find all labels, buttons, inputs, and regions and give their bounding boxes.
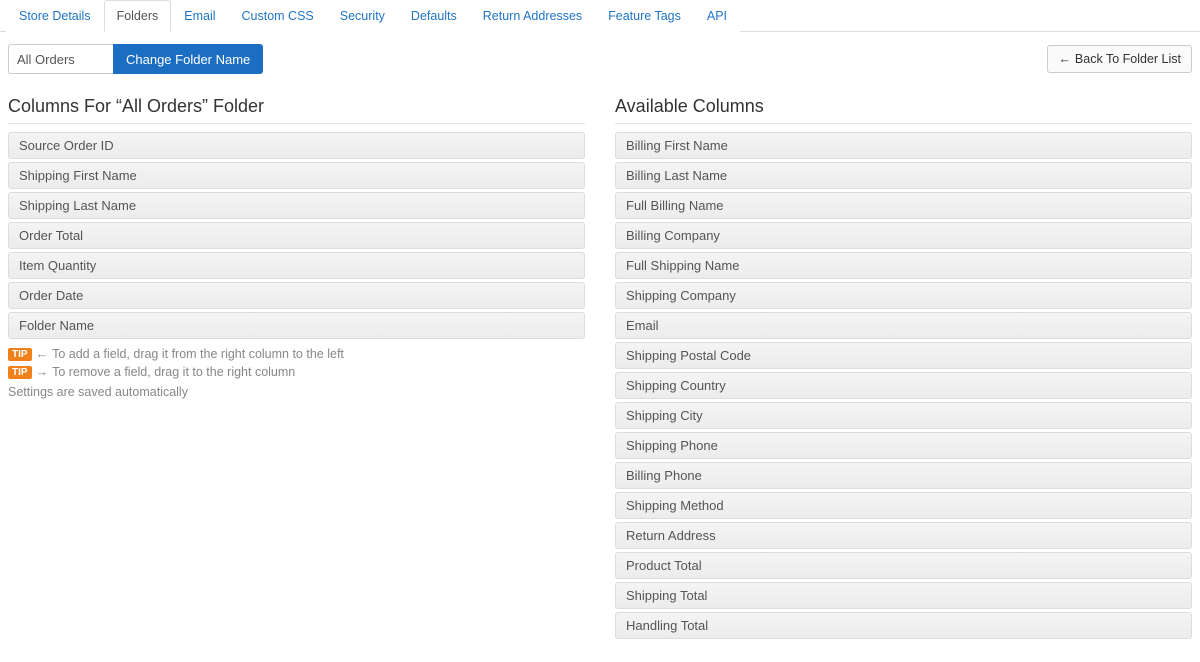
tab-label: Custom CSS [242,9,314,23]
list-item[interactable]: Billing Last Name [615,162,1192,189]
toolbar: Change Folder Name Back To Folder List [0,32,1200,80]
available-columns-heading: Available Columns [615,96,1192,124]
tips: TIP To add a field, drag it from the rig… [8,347,585,399]
tip-badge: TIP [8,366,32,379]
tip-add: TIP To add a field, drag it from the rig… [8,347,585,361]
arrow-left-icon [36,347,49,361]
field-label: Order Date [19,288,83,303]
tab-label: Email [184,9,215,23]
toolbar-left: Change Folder Name [8,44,263,74]
field-label: Email [626,318,659,333]
list-item[interactable]: Shipping Company [615,282,1192,309]
tab-label: Return Addresses [483,9,582,23]
arrow-right-icon [36,365,49,379]
field-label: Folder Name [19,318,94,333]
tab-email[interactable]: Email [171,0,228,32]
list-item[interactable]: Shipping Last Name [8,192,585,219]
list-item[interactable]: Order Date [8,282,585,309]
field-label: Billing First Name [626,138,728,153]
field-label: Return Address [626,528,716,543]
field-label: Shipping Postal Code [626,348,751,363]
field-label: Shipping Country [626,378,726,393]
tab-label: Feature Tags [608,9,681,23]
field-label: Handling Total [626,618,708,633]
tab-label: Store Details [19,9,91,23]
tab-store-details[interactable]: Store Details [6,0,104,32]
field-label: Shipping Total [626,588,707,603]
tabs-bar: Store Details Folders Email Custom CSS S… [0,0,1200,32]
tip-text: To remove a field, drag it to the right … [52,365,295,379]
field-label: Shipping City [626,408,703,423]
tab-label: Defaults [411,9,457,23]
list-item[interactable]: Handling Total [615,612,1192,639]
tab-label: Folders [117,9,159,23]
list-item[interactable]: Shipping Method [615,492,1192,519]
list-item[interactable]: Billing Company [615,222,1192,249]
list-item[interactable]: Shipping Phone [615,432,1192,459]
button-label: Back To Folder List [1075,52,1181,66]
folder-name-input[interactable] [8,44,113,74]
list-item[interactable]: Shipping First Name [8,162,585,189]
list-item[interactable]: Shipping Country [615,372,1192,399]
field-label: Billing Phone [626,468,702,483]
field-label: Source Order ID [19,138,114,153]
field-label: Shipping First Name [19,168,137,183]
tab-custom-css[interactable]: Custom CSS [229,0,327,32]
tab-return-addresses[interactable]: Return Addresses [470,0,595,32]
field-label: Order Total [19,228,83,243]
arrow-left-icon [1058,52,1071,66]
columns-content: Columns For “All Orders” Folder Source O… [0,80,1200,662]
tab-label: API [707,9,727,23]
tab-feature-tags[interactable]: Feature Tags [595,0,694,32]
field-label: Full Billing Name [626,198,724,213]
list-item[interactable]: Product Total [615,552,1192,579]
list-item[interactable]: Order Total [8,222,585,249]
list-item[interactable]: Email [615,312,1192,339]
tab-label: Security [340,9,385,23]
tip-badge: TIP [8,348,32,361]
list-item[interactable]: Full Billing Name [615,192,1192,219]
button-label: Change Folder Name [126,52,250,67]
list-item[interactable]: Folder Name [8,312,585,339]
field-label: Shipping Last Name [19,198,136,213]
tip-remove: TIP To remove a field, drag it to the ri… [8,365,585,379]
field-label: Shipping Method [626,498,724,513]
field-label: Item Quantity [19,258,96,273]
selected-columns-heading: Columns For “All Orders” Folder [8,96,585,124]
tab-defaults[interactable]: Defaults [398,0,470,32]
field-label: Product Total [626,558,702,573]
list-item[interactable]: Billing Phone [615,462,1192,489]
list-item[interactable]: Item Quantity [8,252,585,279]
list-item[interactable]: Source Order ID [8,132,585,159]
field-label: Full Shipping Name [626,258,739,273]
list-item[interactable]: Shipping Postal Code [615,342,1192,369]
tab-api[interactable]: API [694,0,740,32]
tab-folders[interactable]: Folders [104,0,172,32]
tab-security[interactable]: Security [327,0,398,32]
tip-text: To add a field, drag it from the right c… [52,347,344,361]
list-item[interactable]: Full Shipping Name [615,252,1192,279]
change-folder-name-button[interactable]: Change Folder Name [113,44,263,74]
back-to-folder-list-button[interactable]: Back To Folder List [1047,45,1192,73]
list-item[interactable]: Shipping City [615,402,1192,429]
list-item[interactable]: Return Address [615,522,1192,549]
field-label: Billing Company [626,228,720,243]
field-label: Shipping Company [626,288,736,303]
list-item[interactable]: Shipping Total [615,582,1192,609]
selected-columns-panel: Columns For “All Orders” Folder Source O… [8,84,585,642]
field-label: Billing Last Name [626,168,727,183]
autosave-note: Settings are saved automatically [8,385,585,399]
available-columns-panel: Available Columns Billing First Name Bil… [615,84,1192,642]
field-label: Shipping Phone [626,438,718,453]
list-item[interactable]: Billing First Name [615,132,1192,159]
